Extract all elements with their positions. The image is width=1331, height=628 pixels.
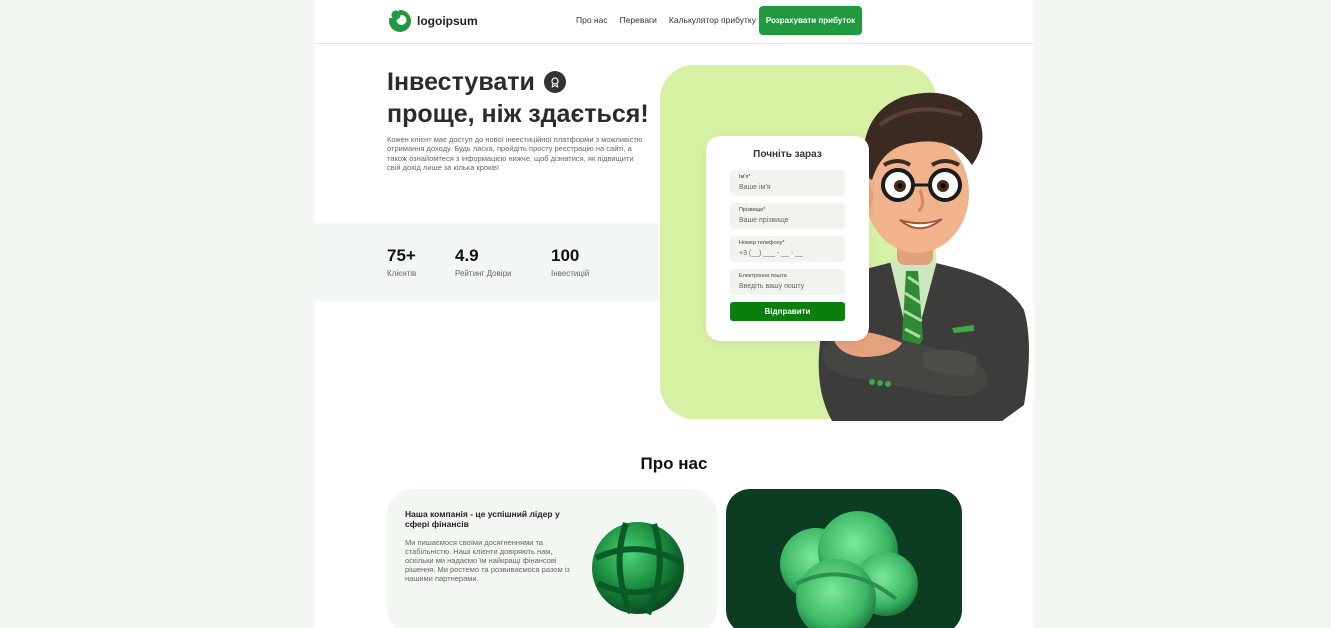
header: logoipsum Про нас Переваги Калькулятор п… bbox=[314, 0, 1034, 44]
first-name-input[interactable]: Ваше ім'я bbox=[739, 184, 771, 191]
stat-label: Рейтинг Довіри bbox=[455, 269, 512, 278]
green-cloud-illustration bbox=[780, 511, 918, 628]
email-input[interactable]: Введіть вашу пошту bbox=[739, 283, 804, 290]
phone-input[interactable]: +3 (__) ___ - __ - __ bbox=[739, 250, 803, 257]
field-label: Електронна пошта bbox=[739, 273, 787, 279]
green-sphere-illustration bbox=[592, 522, 684, 616]
phone-field[interactable]: Номер телефону* +3 (__) ___ - __ - __ bbox=[730, 236, 845, 262]
stat-value: 75+ bbox=[387, 246, 416, 265]
main-nav: Про нас Переваги Калькулятор прибутку bbox=[576, 15, 756, 25]
field-label: Номер телефону* bbox=[739, 240, 785, 246]
hero-description: Кожен клієнт має доступ до нової інвести… bbox=[387, 135, 643, 172]
submit-button[interactable]: Відправити bbox=[730, 302, 845, 321]
stat-value: 4.9 bbox=[455, 246, 479, 265]
hero-title-line2: проще, ніж здається! bbox=[387, 100, 649, 128]
hero-title-line1: Інвестувати bbox=[387, 68, 535, 96]
stat-rating: 4.9 Рейтинг Довіри bbox=[455, 246, 512, 278]
about-dark-card bbox=[726, 489, 962, 628]
stat-value: 100 bbox=[551, 246, 580, 265]
form-title: Почніть зараз bbox=[753, 149, 822, 160]
calculate-profit-button[interactable]: Розрахувати прибуток bbox=[759, 6, 862, 35]
hero-title: Інвестувати проще, ніж здається! bbox=[387, 66, 649, 130]
email-field[interactable]: Електронна пошта Введіть вашу пошту bbox=[730, 269, 845, 295]
about-section-title: Про нас bbox=[640, 454, 708, 473]
last-name-field[interactable]: Прізвище* Ваше прізвище bbox=[730, 203, 845, 229]
logo-icon bbox=[388, 9, 412, 33]
nav-item-advantages[interactable]: Переваги bbox=[620, 15, 657, 25]
stat-label: Інвестицій bbox=[551, 269, 590, 278]
nav-item-about[interactable]: Про нас bbox=[576, 15, 608, 25]
field-label: Ім'я* bbox=[739, 174, 751, 180]
about-card-title: Наша компанія - це успішний лідер у сфер… bbox=[405, 509, 560, 529]
logo[interactable]: logoipsum bbox=[388, 9, 478, 33]
first-name-field[interactable]: Ім'я* Ваше ім'я bbox=[730, 170, 845, 196]
logo-text: logoipsum bbox=[417, 14, 478, 28]
stat-clients: 75+ Клієнтів bbox=[387, 246, 416, 278]
award-icon bbox=[543, 71, 566, 93]
last-name-input[interactable]: Ваше прізвище bbox=[739, 217, 789, 224]
stat-label: Клієнтів bbox=[387, 269, 417, 278]
about-card-text: Ми пишаємося своїми досягненнями та стаб… bbox=[405, 538, 570, 583]
landing-page: logoipsum Про нас Переваги Калькулятор п… bbox=[314, 0, 1034, 628]
stat-investments: 100 Інвестицій bbox=[551, 246, 589, 278]
field-label: Прізвище* bbox=[739, 207, 766, 213]
signup-form: Почніть зараз Ім'я* Ваше ім'я Прізвище* … bbox=[706, 136, 869, 341]
nav-item-calculator[interactable]: Калькулятор прибутку bbox=[669, 15, 756, 25]
